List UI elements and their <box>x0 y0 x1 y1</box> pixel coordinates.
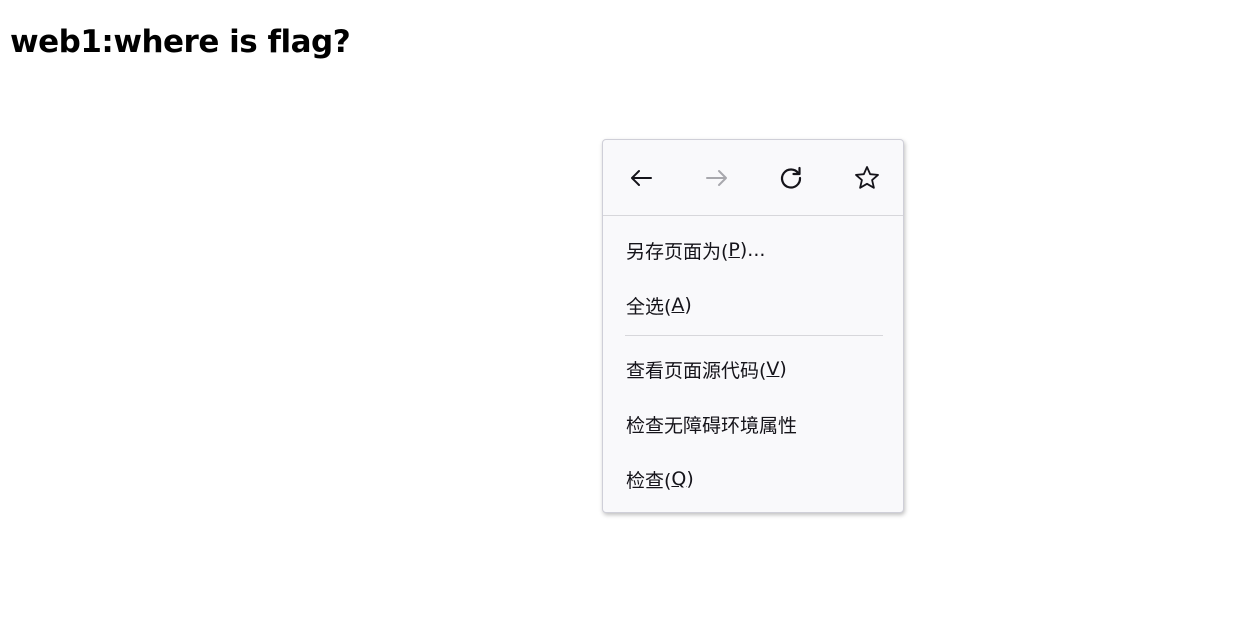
menu-item-label: 检查无障碍环境属性 <box>626 414 798 437</box>
menu-item-accesskey: P <box>728 239 740 261</box>
arrow-right-icon <box>706 170 727 186</box>
menu-item-inspect[interactable]: 检查(Q) <box>603 457 903 501</box>
context-menu: 另存页面为(P)... 全选(A) 查看页面源代码(V) 检查无障碍环境属性 检… <box>602 139 904 513</box>
menu-item-label: 检查( <box>626 469 672 492</box>
menu-item-select-all[interactable]: 全选(A) <box>603 283 903 327</box>
menu-item-inspect-accessibility[interactable]: 检查无障碍环境属性 <box>603 402 903 446</box>
menu-item-label: 另存页面为( <box>626 240 729 263</box>
back-button[interactable] <box>623 160 659 196</box>
star-icon <box>855 166 879 189</box>
menu-item-save-page-as[interactable]: 另存页面为(P)... <box>603 228 903 272</box>
menu-item-label-suffix: )... <box>739 239 766 261</box>
reload-icon <box>780 166 802 189</box>
menu-item-accesskey: A <box>671 294 685 316</box>
menu-item-label-suffix: ) <box>779 358 787 380</box>
menu-item-label: 全选( <box>626 295 672 318</box>
menu-separator <box>625 335 883 336</box>
menu-item-label: 查看页面源代码( <box>626 359 767 382</box>
menu-item-label-suffix: ) <box>684 294 692 316</box>
page-heading: web1:where is flag? <box>10 24 351 60</box>
bookmark-button[interactable] <box>849 160 885 196</box>
menu-item-accesskey: Q <box>671 468 687 490</box>
arrow-left-icon <box>631 170 652 186</box>
forward-button[interactable] <box>699 160 735 196</box>
context-menu-navigation <box>603 140 903 216</box>
menu-item-accesskey: V <box>766 358 780 380</box>
menu-item-label-suffix: ) <box>686 468 694 490</box>
reload-button[interactable] <box>773 160 809 196</box>
menu-item-view-page-source[interactable]: 查看页面源代码(V) <box>603 347 903 391</box>
